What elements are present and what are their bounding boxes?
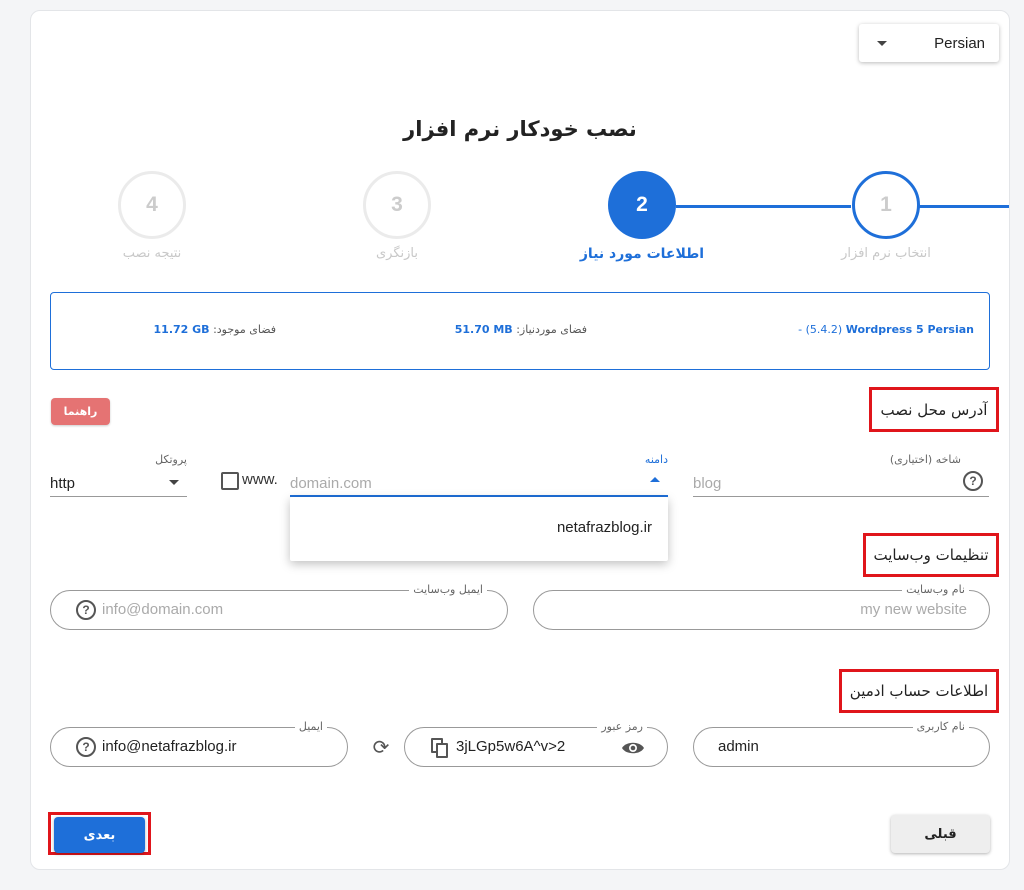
software-name: Wordpress 5 Persian <box>845 323 974 336</box>
help-icon[interactable]: ? <box>76 600 96 620</box>
prev-button[interactable]: قبلی <box>891 815 990 853</box>
help-icon[interactable]: ? <box>963 471 983 491</box>
protocol-underline <box>50 496 187 497</box>
language-select[interactable]: Persian <box>859 24 999 62</box>
step-1-circle[interactable]: 1 <box>852 171 920 239</box>
stepper-line-1-2 <box>676 205 851 208</box>
site-email-field[interactable]: ایمیل وب‌سایت ? info@domain.com <box>50 583 508 630</box>
help-icon[interactable]: ? <box>76 737 96 757</box>
username-label: نام کاربری <box>912 720 969 733</box>
page-title: نصب خودکار نرم افزار <box>403 117 637 141</box>
domain-option[interactable]: netafrazblog.ir <box>557 519 652 536</box>
chevron-down-icon <box>877 40 887 46</box>
chevron-up-icon[interactable] <box>650 477 660 482</box>
next-button[interactable]: بعدی <box>54 817 145 853</box>
site-name-field[interactable]: نام وب‌سایت my new website <box>533 583 990 630</box>
step-3-circle: 3 <box>363 171 431 239</box>
password-label: رمز عبور <box>597 720 647 733</box>
step-2-circle[interactable]: 2 <box>608 171 676 239</box>
software-version: - (5.4.2) <box>798 323 843 336</box>
username-field[interactable]: نام کاربری admin <box>693 720 990 767</box>
site-email-input[interactable]: info@domain.com <box>102 601 223 618</box>
username-input[interactable]: admin <box>718 738 759 755</box>
step-4-label: نتیجه نصب <box>122 246 182 261</box>
site-name-label: نام وب‌سایت <box>902 583 969 596</box>
step-2-label: اطلاعات مورد نیاز <box>579 246 705 262</box>
software-info: Wordpress 5 Persian - (5.4.2) <box>798 323 974 336</box>
required-space: فضای موردنیاز: 51.70 MB <box>455 323 587 336</box>
required-space-label: فضای موردنیاز: <box>516 323 587 336</box>
available-space-label: فضای موجود: <box>213 323 276 336</box>
admin-email-field[interactable]: ایمیل ? info@netafrazblog.ir <box>50 720 348 767</box>
guide-button[interactable]: راهنما <box>51 398 110 425</box>
available-space-value: 11.72 GB <box>153 323 210 336</box>
www-checkbox[interactable] <box>221 472 239 490</box>
domain-label: دامنه <box>644 453 668 466</box>
step-4-circle: 4 <box>118 171 186 239</box>
section-admin-account: اطلاعات حساب ادمین <box>839 669 999 713</box>
password-field[interactable]: رمز عبور 3jLGp5w6A^v>2 <box>404 720 668 767</box>
domain-input[interactable]: domain.com <box>290 475 372 492</box>
branch-label: شاخه (اختیاری) <box>889 453 961 466</box>
section-install-address: آدرس محل نصب <box>869 387 999 432</box>
protocol-value: http <box>50 475 76 492</box>
www-label: www. <box>242 471 278 488</box>
step-1-label: انتخاب نرم افزار <box>841 246 931 261</box>
site-name-input[interactable]: my new website <box>860 601 967 618</box>
available-space: فضای موجود: 11.72 GB <box>154 323 276 336</box>
required-space-value: 51.70 MB <box>454 323 513 336</box>
section-website-settings: تنظیمات وب‌سایت <box>863 533 999 577</box>
domain-field[interactable]: دامنه domain.com <box>290 453 668 497</box>
stepper-line-1-start <box>919 205 1009 208</box>
eye-icon[interactable] <box>621 740 645 756</box>
branch-underline <box>693 496 989 497</box>
copy-icon[interactable] <box>431 738 449 758</box>
protocol-select[interactable]: پروتکل http <box>50 453 187 497</box>
password-input[interactable]: 3jLGp5w6A^v>2 <box>456 738 565 755</box>
site-email-label: ایمیل وب‌سایت <box>409 583 487 596</box>
branch-field[interactable]: شاخه (اختیاری) blog ? <box>693 453 989 497</box>
installer-card: Persian نصب خودکار نرم افزار 1 2 3 4 انت… <box>30 10 1010 870</box>
admin-email-input[interactable]: info@netafrazblog.ir <box>102 738 236 755</box>
step-3-label: بازنگری <box>375 246 418 261</box>
chevron-down-icon <box>169 480 179 485</box>
refresh-icon[interactable]: ⟳ <box>370 735 392 759</box>
branch-input[interactable]: blog <box>693 475 721 492</box>
protocol-label: پروتکل <box>155 453 187 466</box>
software-info-box: Wordpress 5 Persian - (5.4.2) فضای موردن… <box>50 292 990 370</box>
language-selected: Persian <box>934 34 985 52</box>
domain-dropdown: netafrazblog.ir <box>290 497 668 561</box>
admin-email-label: ایمیل <box>294 720 327 733</box>
